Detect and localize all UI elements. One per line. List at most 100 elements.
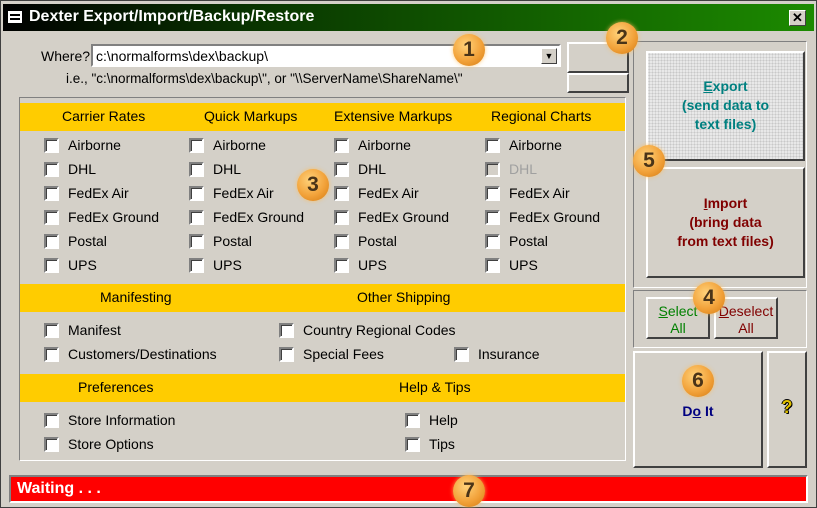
checkbox[interactable] — [485, 233, 500, 249]
checkbox-label: Manifest — [68, 322, 121, 338]
checkbox[interactable] — [189, 161, 204, 177]
checkbox-carrier-dhl[interactable]: DHL — [44, 161, 96, 177]
help-icon: ? — [781, 397, 793, 417]
checkbox-label: Postal — [509, 233, 548, 249]
checkbox[interactable] — [454, 346, 469, 362]
path-hint: i.e., "c:\normalforms\dex\backup\", or "… — [66, 71, 463, 86]
checkbox[interactable] — [44, 233, 59, 249]
checkbox-insurance[interactable]: Insurance — [454, 346, 539, 362]
checkbox-label: Postal — [68, 233, 107, 249]
checkbox[interactable] — [44, 436, 59, 452]
checkbox-carrier-airborne[interactable]: Airborne — [44, 137, 121, 153]
path-input-value[interactable]: c:\normalforms\dex\backup\ — [96, 48, 268, 64]
checkbox-help[interactable]: Help — [405, 412, 458, 428]
checkbox-label: UPS — [213, 257, 242, 273]
checkbox[interactable] — [485, 185, 500, 201]
checkbox[interactable] — [334, 257, 349, 273]
checkbox[interactable] — [334, 233, 349, 249]
path-combobox[interactable]: c:\normalforms\dex\backup\ ▼ — [91, 44, 561, 67]
title-bar[interactable]: Dexter Export/Import/Backup/Restore ✕ — [3, 4, 814, 31]
checkbox[interactable] — [405, 412, 420, 428]
checkbox-quick-fedex-air[interactable]: FedEx Air — [189, 185, 274, 201]
chevron-down-icon[interactable]: ▼ — [541, 48, 557, 64]
checkbox[interactable] — [334, 161, 349, 177]
checkbox-extensive-fedex-air[interactable]: FedEx Air — [334, 185, 419, 201]
secondary-button[interactable] — [567, 73, 629, 93]
checkbox-store-information[interactable]: Store Information — [44, 412, 175, 428]
checkbox-carrier-postal[interactable]: Postal — [44, 233, 107, 249]
export-button[interactable]: Export (send data to text files) — [646, 51, 805, 161]
checkbox[interactable] — [405, 436, 420, 452]
checkbox-customers-destinations[interactable]: Customers/Destinations — [44, 346, 217, 362]
checkbox-tips[interactable]: Tips — [405, 436, 455, 452]
import-label: Import — [703, 195, 748, 211]
checkbox-extensive-fedex-ground[interactable]: FedEx Ground — [334, 209, 449, 225]
checkbox-carrier-fedex-air[interactable]: FedEx Air — [44, 185, 129, 201]
callout-3: 3 — [297, 169, 329, 201]
checkbox-label: FedEx Air — [68, 185, 129, 201]
other-shipping-heading: Other Shipping — [357, 289, 451, 305]
export-subtitle-2: text files) — [694, 116, 757, 132]
checkbox[interactable] — [279, 322, 294, 338]
checkbox-carrier-ups[interactable]: UPS — [44, 257, 97, 273]
checkbox[interactable] — [485, 209, 500, 225]
checkbox[interactable] — [44, 346, 59, 362]
checkbox[interactable] — [189, 209, 204, 225]
checkbox[interactable] — [189, 233, 204, 249]
checkbox-label: Store Information — [68, 412, 176, 428]
status-text: Waiting . . . — [17, 480, 101, 497]
checkbox[interactable] — [44, 137, 59, 153]
help-button[interactable]: ? — [767, 351, 807, 468]
checkbox[interactable] — [189, 137, 204, 153]
checkbox[interactable] — [44, 161, 59, 177]
checkbox[interactable] — [485, 257, 500, 273]
checkbox[interactable] — [334, 137, 349, 153]
checkbox[interactable] — [44, 209, 59, 225]
checkbox[interactable] — [44, 412, 59, 428]
checkbox-extensive-dhl[interactable]: DHL — [334, 161, 386, 177]
checkbox-store-options[interactable]: Store Options — [44, 436, 154, 452]
band-header-shipping: Manifesting Other Shipping — [20, 284, 625, 312]
checkbox-quick-fedex-ground[interactable]: FedEx Ground — [189, 209, 304, 225]
checkbox-label: FedEx Ground — [213, 209, 305, 225]
checkbox-regional-fedex-air[interactable]: FedEx Air — [485, 185, 570, 201]
carrier-rates-heading: Carrier Rates — [62, 108, 146, 124]
quick-markups-heading: Quick Markups — [204, 108, 298, 124]
checkbox-quick-dhl[interactable]: DHL — [189, 161, 241, 177]
checkbox-label: Airborne — [213, 137, 266, 153]
checkbox-manifest[interactable]: Manifest — [44, 322, 121, 338]
checkbox-special-fees[interactable]: Special Fees — [279, 346, 384, 362]
import-subtitle-2: from text files) — [677, 233, 774, 249]
checkbox[interactable] — [189, 257, 204, 273]
checkbox-quick-ups[interactable]: UPS — [189, 257, 242, 273]
callout-1: 1 — [453, 34, 485, 66]
manifesting-heading: Manifesting — [100, 289, 172, 305]
checkbox-regional-fedex-ground[interactable]: FedEx Ground — [485, 209, 600, 225]
checkbox[interactable] — [44, 322, 59, 338]
checkbox-quick-postal[interactable]: Postal — [189, 233, 252, 249]
checkbox-label: FedEx Air — [509, 185, 570, 201]
checkbox-extensive-ups[interactable]: UPS — [334, 257, 387, 273]
checkbox — [485, 161, 500, 177]
checkbox[interactable] — [334, 185, 349, 201]
checkbox-regional-ups[interactable]: UPS — [485, 257, 538, 273]
export-subtitle-1: (send data to — [681, 97, 770, 113]
checkbox-country-regional-codes[interactable]: Country Regional Codes — [279, 322, 456, 338]
checkbox-extensive-airborne[interactable]: Airborne — [334, 137, 411, 153]
checkbox[interactable] — [44, 185, 59, 201]
checkbox[interactable] — [334, 209, 349, 225]
import-button[interactable]: Import (bring data from text files) — [646, 167, 805, 278]
checkbox-regional-postal[interactable]: Postal — [485, 233, 548, 249]
window-title: Dexter Export/Import/Backup/Restore — [29, 8, 315, 25]
checkbox-regional-airborne[interactable]: Airborne — [485, 137, 562, 153]
checkbox[interactable] — [279, 346, 294, 362]
close-icon[interactable]: ✕ — [789, 10, 806, 26]
extensive-markups-heading: Extensive Markups — [334, 108, 453, 124]
checkbox-quick-airborne[interactable]: Airborne — [189, 137, 266, 153]
checkbox-carrier-fedex-ground[interactable]: FedEx Ground — [44, 209, 159, 225]
checkbox[interactable] — [44, 257, 59, 273]
checkbox[interactable] — [485, 137, 500, 153]
checkbox-extensive-postal[interactable]: Postal — [334, 233, 397, 249]
regional-charts-heading: Regional Charts — [491, 108, 592, 124]
checkbox[interactable] — [189, 185, 204, 201]
